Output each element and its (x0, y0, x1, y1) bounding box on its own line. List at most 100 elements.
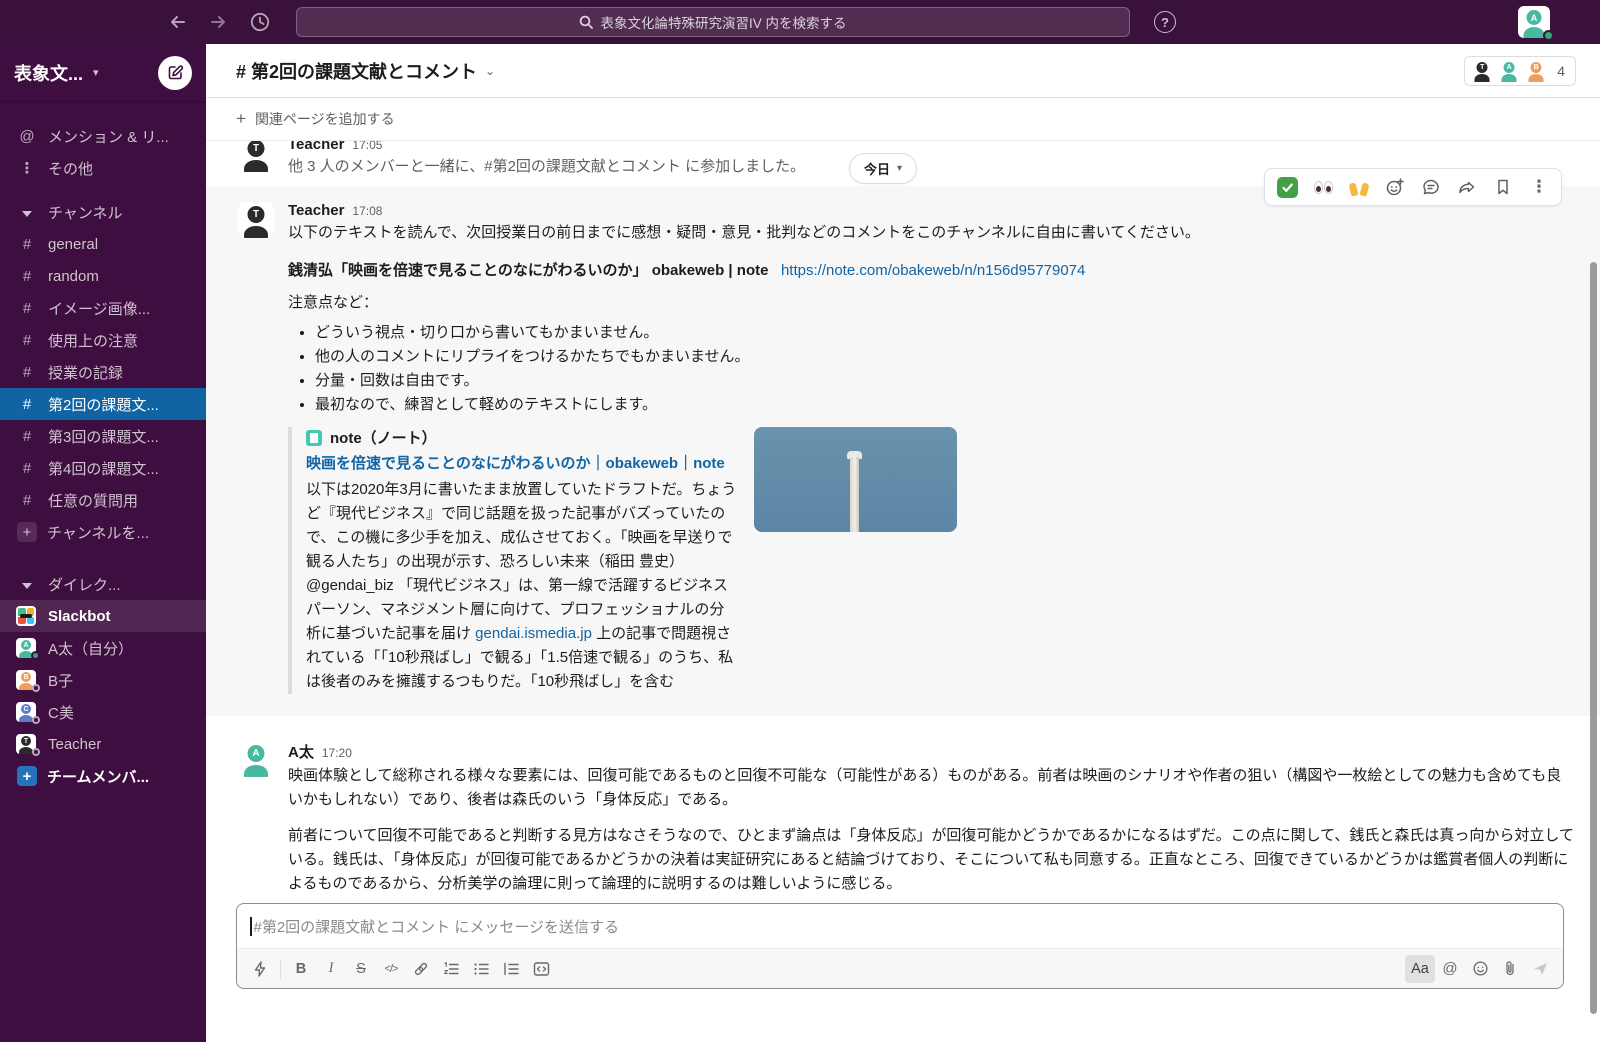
italic-icon[interactable]: I (316, 955, 346, 983)
attachment-icon[interactable] (1495, 955, 1525, 983)
channels-section-header[interactable]: チャンネル (0, 196, 206, 228)
add-channel-label: チャンネルを... (47, 522, 149, 543)
hash-icon: # (16, 492, 38, 509)
arrow-right-icon (208, 12, 228, 32)
message-composer[interactable]: #第2回の課題文献とコメント にメッセージを送信する B I S </> (236, 903, 1564, 989)
emoji-icon[interactable] (1465, 955, 1495, 983)
link-icon[interactable] (406, 955, 436, 983)
top-bar: 表象文化論特殊研究演習IV 内を検索する ? A (0, 0, 1600, 44)
question-icon: ? (1161, 15, 1169, 30)
message-sender[interactable]: A太 (288, 741, 314, 762)
check-mark-button-emoji[interactable] (1271, 172, 1303, 202)
add-reaction-icon[interactable] (1379, 172, 1411, 202)
channel-link[interactable]: #第2回の課題文献とコメント (484, 158, 681, 175)
user-menu-button[interactable]: A (1518, 6, 1550, 38)
hash-icon: # (16, 460, 38, 477)
dm-section-header[interactable]: ダイレク... (0, 568, 206, 600)
message-sender[interactable]: Teacher (288, 141, 344, 153)
invite-label: チームメンバ... (47, 766, 149, 787)
dm-name: Slackbot (48, 608, 111, 625)
sidebar-channel-class-records[interactable]: #授業の記録 (0, 356, 206, 388)
reference-title: 銭清弘「映画を倍速で見ることのなにがわるいのか」 obakeweb | note (288, 262, 768, 279)
eyes-emoji[interactable] (1307, 172, 1339, 202)
dm-item-bko[interactable]: B B子 (0, 664, 206, 696)
gendai-link[interactable]: gendai.ismedia.jp (475, 625, 592, 642)
search-placeholder: 表象文化論特殊研究演習IV 内を検索する (600, 12, 846, 32)
channel-label: 第2回の課題文... (48, 394, 159, 415)
sidebar-channel-assignment3[interactable]: #第3回の課題文... (0, 420, 206, 452)
forward-icon[interactable] (1451, 172, 1483, 202)
preview-thumbnail-image[interactable] (754, 427, 957, 532)
date-label: 今日 (864, 159, 890, 178)
chevron-down-icon: ▾ (897, 163, 902, 174)
message-timestamp[interactable]: 17:05 (352, 141, 382, 152)
channel-label: イメージ画像... (48, 298, 150, 319)
sidebar-channel-assignment4[interactable]: #第4回の課題文... (0, 452, 206, 484)
help-button[interactable]: ? (1154, 11, 1176, 33)
blockquote-icon[interactable] (496, 955, 526, 983)
channel-title[interactable]: # 第2回の課題文献とコメント (236, 58, 477, 84)
bookmark-bar: + 関連ページを追加する (206, 98, 1600, 141)
more-actions-icon[interactable]: ⋮ (1523, 172, 1555, 202)
at-icon: @ (16, 128, 38, 145)
dm-item-cmi[interactable]: C C美 (0, 696, 206, 728)
sidebar-channel-usage-notes[interactable]: #使用上の注意 (0, 324, 206, 356)
invite-teammates-button[interactable]: + チームメンバ... (0, 760, 206, 792)
dm-item-slackbot[interactable]: Slackbot (0, 600, 206, 632)
teacher-avatar[interactable]: T (238, 202, 274, 238)
shortcuts-icon[interactable] (245, 955, 275, 983)
send-icon[interactable] (1525, 955, 1555, 983)
dm-item-teacher[interactable]: T Teacher (0, 728, 206, 760)
preview-title-link[interactable]: 映画を倍速で見ることのなにがわるいのか｜obakeweb｜note (306, 455, 725, 472)
workspace-header[interactable]: 表象文... ▾ (0, 44, 206, 102)
formatting-toggle-button[interactable]: Aa (1405, 955, 1435, 983)
history-menu-button[interactable] (248, 10, 272, 34)
message-timestamp[interactable]: 17:20 (322, 746, 352, 760)
mention-icon[interactable]: @ (1435, 955, 1465, 983)
message-sender[interactable]: Teacher (288, 202, 344, 219)
presence-online-icon (1543, 30, 1554, 41)
bullet-item: 他の人のコメントにリプライをつけるかたちでもかまいません。 (315, 345, 1576, 369)
code-icon[interactable]: </> (376, 955, 406, 983)
plus-icon: + (17, 522, 37, 542)
history-back-button[interactable] (166, 10, 190, 34)
link-preview-card: note（ノート） 映画を倍速で見ることのなにがわるいのか｜obakeweb｜n… (288, 427, 1576, 694)
sidebar-channel-general[interactable]: #general (0, 228, 206, 260)
sidebar-channel-image[interactable]: # イメージ画像... (0, 292, 206, 324)
date-divider-button[interactable]: 今日 ▾ (849, 153, 917, 184)
sidebar-item-mentions[interactable]: @ メンション & リ... (0, 120, 206, 152)
ordered-list-icon[interactable] (436, 955, 466, 983)
sidebar-channel-assignment2-selected[interactable]: # 第2回の課題文... (0, 388, 206, 420)
chevron-down-icon: ▾ (93, 66, 158, 79)
sidebar-channel-random[interactable]: #random (0, 260, 206, 292)
ata-avatar[interactable]: A (238, 741, 274, 777)
code-block-icon[interactable] (526, 955, 556, 983)
sidebar-channel-questions[interactable]: #任意の質問用 (0, 484, 206, 516)
hash-icon: # (16, 300, 38, 317)
add-bookmark-button[interactable]: 関連ページを追加する (255, 109, 395, 129)
compose-button[interactable] (158, 56, 192, 90)
presence-offline-icon (32, 748, 40, 756)
history-forward-button[interactable] (206, 10, 230, 34)
bold-icon[interactable]: B (286, 955, 316, 983)
save-icon[interactable] (1487, 172, 1519, 202)
search-input[interactable]: 表象文化論特殊研究演習IV 内を検索する (296, 7, 1130, 37)
bullet-item: どういう視点・切り口から書いてもかまいません。 (315, 321, 1576, 345)
sidebar-item-more[interactable]: ⋮ その他 (0, 152, 206, 184)
composer-input[interactable]: #第2回の課題文献とコメント にメッセージを送信する (237, 904, 1563, 949)
vertical-dots-icon: ⋮ (16, 159, 38, 177)
plus-icon: + (17, 766, 37, 786)
add-channel-button[interactable]: + チャンネルを... (0, 516, 206, 548)
message-timestamp[interactable]: 17:08 (352, 204, 382, 218)
dm-name: Teacher (48, 736, 101, 753)
raising-hands-emoji[interactable] (1343, 172, 1375, 202)
reply-in-thread-icon[interactable] (1415, 172, 1447, 202)
note-url-link[interactable]: https://note.com/obakeweb/n/n156d9577907… (781, 262, 1085, 279)
dm-item-ata-self[interactable]: A A太（自分） (0, 632, 206, 664)
strikethrough-icon[interactable]: S (346, 955, 376, 983)
vertical-scrollbar[interactable] (1590, 262, 1597, 1014)
slackbot-avatar (16, 606, 38, 626)
bulleted-list-icon[interactable] (466, 955, 496, 983)
hash-icon: # (16, 396, 38, 413)
channel-members-button[interactable]: T A B 4 (1464, 56, 1576, 86)
